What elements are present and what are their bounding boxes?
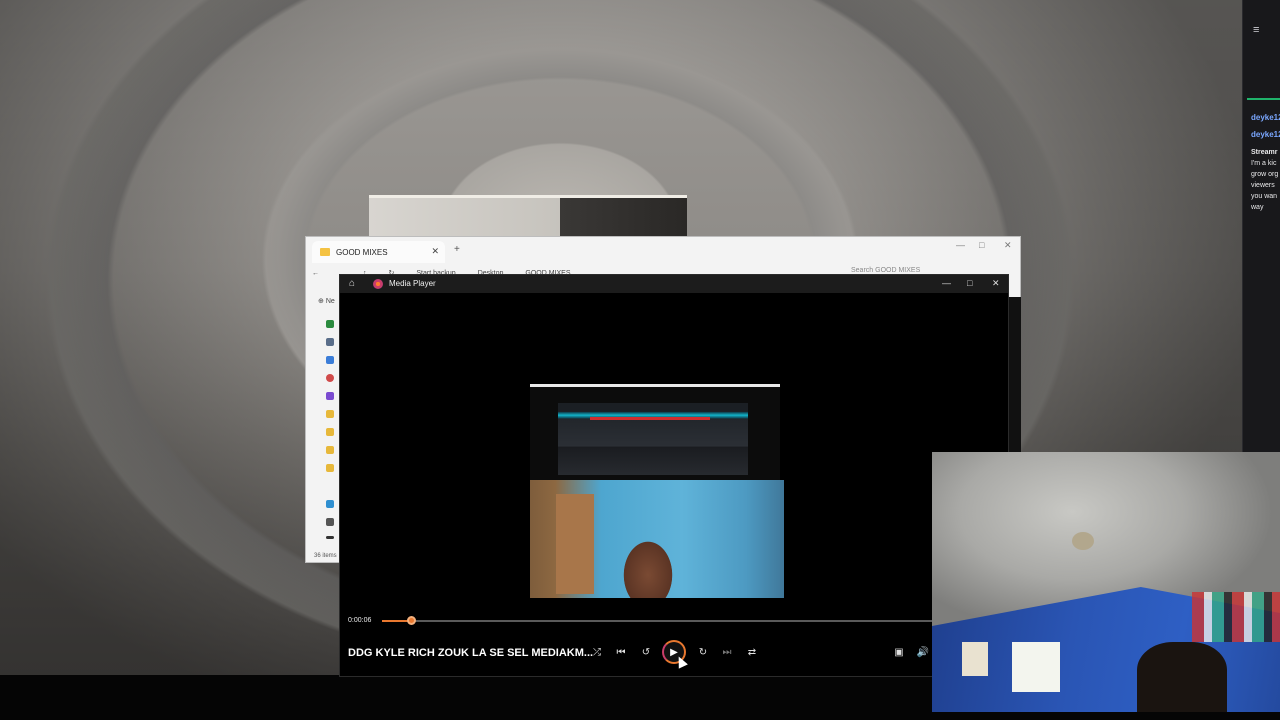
chat-message-line: Streamr <box>1251 149 1278 156</box>
new-tab-icon[interactable]: + <box>454 244 460 255</box>
music-icon[interactable] <box>326 374 334 382</box>
drive-icon[interactable] <box>326 518 334 526</box>
folder-icon[interactable] <box>326 464 334 472</box>
video-dj-software-screen <box>530 384 780 480</box>
folder-icon[interactable] <box>326 428 334 436</box>
chat-username[interactable]: deyke12 <box>1251 130 1280 139</box>
seek-bar[interactable] <box>382 620 934 622</box>
downloads-icon[interactable] <box>326 320 334 328</box>
explorer-search-input[interactable]: Search GOOD MIXES <box>851 267 920 274</box>
drive-icon[interactable] <box>326 536 334 539</box>
chat-message-line: grow org <box>1251 171 1279 178</box>
folder-icon[interactable] <box>326 446 334 454</box>
explorer-tab[interactable]: GOOD MIXES ✕ <box>312 241 445 263</box>
skip-previous-icon[interactable]: ⏮ <box>613 644 629 660</box>
webcam-picture-frame <box>962 642 988 676</box>
video-waveform <box>590 417 710 420</box>
explorer-preview-pane <box>1009 297 1021 452</box>
explorer-tab-title: GOOD MIXES <box>336 247 388 257</box>
song-title: DDG KYLE RICH ZOUK LA SE SEL MEDIAKM... <box>348 647 594 659</box>
miniplayer-icon[interactable]: ▣ <box>891 644 907 660</box>
home-icon[interactable]: ⌂ <box>349 278 355 289</box>
repeat-icon[interactable]: ⇄ <box>744 644 760 660</box>
chat-divider <box>1247 98 1280 100</box>
webcam-person <box>1137 642 1227 712</box>
documents-icon[interactable] <box>326 338 334 346</box>
explorer-sidebar <box>312 292 342 562</box>
chat-message-line: I'm a kic <box>1251 160 1277 167</box>
chat-message-line: you wan <box>1251 193 1278 200</box>
minimize-icon[interactable]: — <box>942 278 951 288</box>
webcam-overlay <box>932 452 1280 712</box>
folder-icon <box>320 248 330 256</box>
webcam-ceiling-light <box>1072 532 1094 550</box>
maximize-icon[interactable]: □ <box>967 278 972 288</box>
elapsed-time: 0:00:06 <box>348 617 372 624</box>
webcam-window <box>1012 642 1060 692</box>
chat-username[interactable]: deyke12 <box>1251 113 1280 122</box>
videos-icon[interactable] <box>326 392 334 400</box>
video-door <box>556 494 594 594</box>
maximize-icon[interactable]: □ <box>979 240 984 250</box>
shuffle-icon[interactable]: ⤮ <box>589 644 605 660</box>
app-title: Media Player <box>389 279 436 288</box>
close-icon[interactable]: ✕ <box>992 278 1000 289</box>
volume-icon[interactable]: 🔊 <box>915 644 931 660</box>
video-display[interactable] <box>530 384 784 599</box>
rewind-10-icon[interactable]: ↺ <box>638 644 654 660</box>
back-arrow-icon[interactable]: ← <box>312 270 319 277</box>
pictures-icon[interactable] <box>326 356 334 364</box>
minimize-icon[interactable]: — <box>956 240 965 250</box>
this-pc-icon[interactable] <box>326 500 334 508</box>
webcam-posters <box>1192 592 1280 642</box>
chat-message-line: viewers <box>1251 182 1275 189</box>
background-doorway <box>369 195 687 240</box>
video-dj-decks <box>558 403 748 475</box>
play-icon: ▶ <box>670 646 678 658</box>
menu-icon[interactable]: ≡ <box>1253 24 1259 36</box>
media-player-logo-icon <box>373 279 383 289</box>
close-tab-icon[interactable]: ✕ <box>431 246 439 257</box>
chat-message-line: way <box>1251 204 1264 211</box>
chat-panel: ≡ deyke12 deyke12 Streamr I'm a kic grow… <box>1242 0 1280 452</box>
media-player-window: ⌂ Media Player — □ ✕ 0:00:06 DDG KYLE RI… <box>339 274 1009 677</box>
skip-next-icon[interactable]: ⏭ <box>719 644 735 660</box>
media-player-titlebar: ⌂ Media Player — □ ✕ <box>340 275 1008 293</box>
item-count: 36 items <box>314 553 337 559</box>
seek-bar-handle[interactable] <box>406 616 416 625</box>
forward-30-icon[interactable]: ↻ <box>695 644 711 660</box>
folder-icon[interactable] <box>326 410 334 418</box>
close-icon[interactable]: ✕ <box>1004 240 1012 251</box>
